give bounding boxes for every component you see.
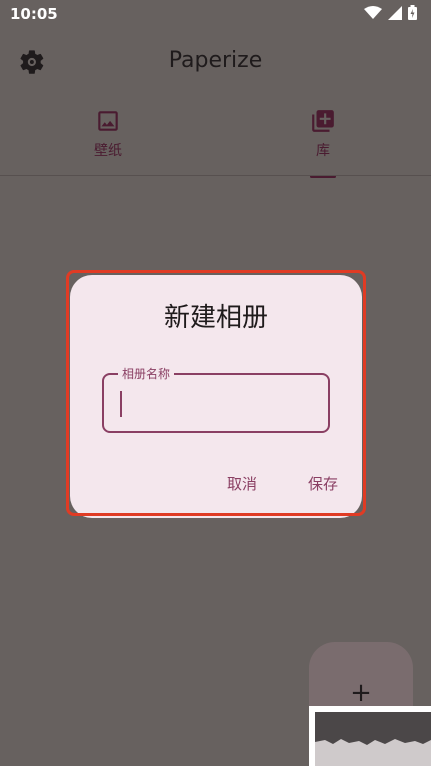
signal-icon bbox=[388, 5, 402, 20]
plus-icon: + bbox=[350, 678, 372, 708]
tab-label-library: 库 bbox=[316, 143, 330, 159]
status-icons bbox=[364, 5, 417, 20]
screenshot-thumbnail[interactable] bbox=[309, 706, 431, 766]
app-title: Paperize bbox=[168, 48, 263, 73]
status-time: 10:05 bbox=[10, 5, 58, 23]
tab-bar: 壁纸 库 bbox=[0, 104, 431, 178]
wifi-icon bbox=[364, 5, 382, 20]
app-bar: Paperize bbox=[0, 36, 431, 86]
thumbnail-preview bbox=[315, 712, 431, 766]
highlight-frame bbox=[66, 270, 366, 516]
tab-library[interactable]: 库 bbox=[263, 104, 383, 178]
library-add-icon bbox=[310, 108, 336, 134]
tab-label-wallpaper: 壁纸 bbox=[94, 143, 122, 159]
tab-wallpaper[interactable]: 壁纸 bbox=[48, 104, 168, 174]
tab-divider bbox=[0, 175, 431, 176]
image-icon bbox=[95, 108, 121, 134]
battery-icon bbox=[408, 5, 417, 20]
status-bar: 10:05 bbox=[0, 0, 431, 28]
